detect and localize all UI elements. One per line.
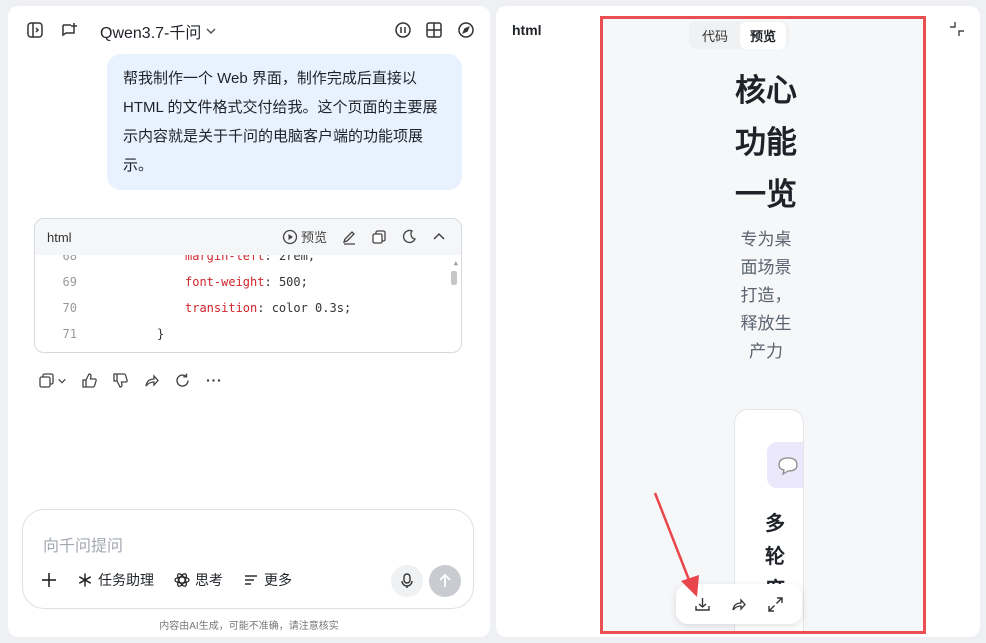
model-name-label: Qwen3.7-千问 — [100, 25, 202, 42]
arrow-up-icon — [439, 573, 451, 587]
preview-panel: html 代码 预览 核心功能一览 专为桌面场景打造，释放生产力 多轮度 — [496, 6, 980, 637]
code-brace: } — [157, 327, 165, 341]
code-line: 68 margin-left: 2rem; — [35, 255, 461, 269]
think-label: 思考 — [195, 572, 223, 588]
share-icon[interactable] — [143, 372, 160, 389]
task-assistant-label: 任务助理 — [98, 572, 154, 588]
user-message-bubble: 帮我制作一个 Web 界面，制作完成后直接以 HTML 的文件格式交付给我。这个… — [107, 54, 462, 190]
asterisk-icon — [78, 573, 92, 587]
preview-button[interactable]: 预览 — [282, 227, 327, 246]
css-value: 500; — [278, 275, 308, 289]
code-block-header: html 预览 — [35, 219, 461, 255]
thumbs-up-icon[interactable] — [81, 372, 98, 389]
model-selector[interactable]: Qwen3.7-千问 — [100, 19, 217, 43]
chevron-down-icon — [58, 378, 66, 384]
thumbs-down-icon[interactable] — [112, 372, 129, 389]
chevron-up-icon[interactable] — [431, 229, 447, 245]
artifact-title: html — [512, 22, 542, 38]
preview-heading: 核心功能一览 — [735, 73, 797, 212]
code-scrollbar[interactable] — [451, 271, 457, 285]
css-property: font-weight — [185, 275, 265, 289]
code-text: font-weight: 500; — [185, 275, 308, 289]
line-number: 69 — [62, 275, 77, 289]
chat-input-placeholder[interactable]: 向千问提问 — [43, 532, 123, 556]
line-number: 70 — [62, 301, 77, 315]
tab-preview[interactable]: 预览 — [740, 21, 787, 49]
code-text: margin-left: 2rem; — [185, 255, 315, 269]
code-line: 69 font-weight: 500; — [35, 269, 461, 295]
task-assistant-button[interactable]: 任务助理 — [77, 570, 154, 590]
sidebar-toggle-icon[interactable] — [24, 19, 46, 41]
expand-icon[interactable] — [767, 596, 784, 613]
preview-button-label: 预览 — [300, 230, 327, 245]
microphone-icon — [401, 573, 413, 588]
clock-history-icon[interactable] — [392, 19, 414, 41]
code-line: 70 transition: color 0.3s; — [35, 295, 461, 321]
think-button[interactable]: 思考 — [174, 570, 223, 590]
edit-icon[interactable] — [341, 229, 357, 245]
more-icon[interactable] — [205, 372, 222, 389]
microphone-button[interactable] — [391, 565, 423, 597]
css-property: margin-left — [185, 255, 265, 263]
play-circle-icon — [282, 229, 298, 244]
compass-icon[interactable] — [455, 19, 477, 41]
new-chat-icon[interactable] — [58, 19, 80, 41]
view-toggle: 代码 预览 — [689, 21, 790, 49]
css-value: color 0.3s; — [271, 301, 352, 315]
copy-icon[interactable] — [371, 229, 387, 245]
chat-bubble-icon — [778, 457, 798, 476]
preview-subtitle: 专为桌面场景打造，释放生产力 — [740, 230, 792, 361]
code-block-card: html 预览 68 margin-left: 2rem; 69 font-we… — [34, 218, 462, 353]
chevron-down-icon — [206, 28, 216, 35]
message-actions — [38, 372, 222, 389]
scroll-up-arrow-icon[interactable]: ▲ — [454, 259, 458, 267]
copy-icon — [39, 373, 54, 388]
code-body: 68 margin-left: 2rem; 69 font-weight: 50… — [35, 255, 461, 352]
code-language-label: html — [47, 229, 72, 245]
css-property: transition — [185, 301, 258, 315]
moon-icon[interactable] — [401, 229, 417, 245]
share-icon[interactable] — [730, 596, 747, 613]
line-number: 68 — [62, 255, 77, 263]
red-arrow-annotation — [653, 492, 699, 597]
atom-icon — [174, 573, 190, 587]
more-options-label: 更多 — [264, 572, 292, 588]
chat-panel: Qwen3.7-千问 帮我制作一个 Web 界面，制作完成后直接以 HTML 的… — [8, 6, 490, 637]
css-value: 2rem; — [278, 255, 316, 263]
collapse-icon[interactable] — [948, 20, 966, 38]
chat-input-box[interactable]: 向千问提问 任务助理 思考 更多 — [22, 509, 474, 609]
tab-code[interactable]: 代码 — [692, 22, 738, 49]
chat-topbar: Qwen3.7-千问 — [8, 6, 490, 54]
layout-grid-icon[interactable] — [423, 19, 445, 41]
send-button[interactable] — [429, 565, 461, 597]
menu-lines-icon — [245, 575, 257, 585]
code-text: transition: color 0.3s; — [185, 301, 352, 315]
code-line: 71 } — [35, 321, 461, 347]
line-number: 71 — [62, 327, 77, 341]
feature-icon-tile — [767, 442, 803, 488]
code-block-toolbar: 预览 — [282, 227, 447, 246]
regenerate-icon[interactable] — [174, 372, 191, 389]
ai-disclaimer: 内容由AI生成，可能不准确，请注意核实 — [159, 621, 339, 632]
more-options-button[interactable]: 更多 — [243, 570, 292, 590]
copy-menu-button[interactable] — [38, 372, 67, 389]
input-toolbar: 任务助理 思考 更多 — [41, 570, 292, 590]
preview-frame-highlight: 代码 预览 核心功能一览 专为桌面场景打造，释放生产力 多轮度 — [600, 16, 926, 634]
plus-icon[interactable] — [41, 572, 57, 588]
